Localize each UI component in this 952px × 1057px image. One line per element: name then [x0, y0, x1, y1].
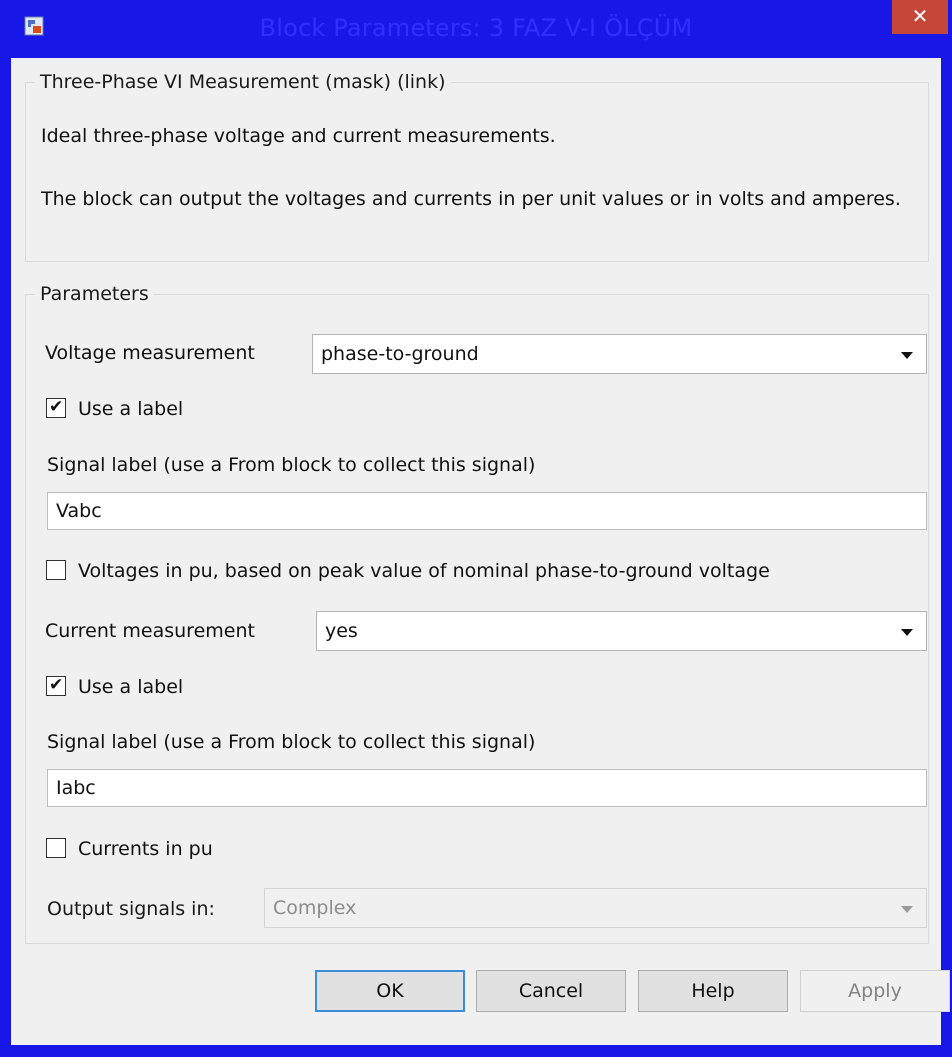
current-use-label-checkbox[interactable]: ✔: [46, 675, 66, 696]
chevron-down-icon: [901, 906, 913, 913]
voltage-signal-label-caption: Signal label (use a From block to collec…: [47, 454, 536, 476]
current-signal-label-field[interactable]: Iabc: [47, 769, 927, 807]
parameters-group-title: Parameters: [35, 283, 154, 305]
cancel-button[interactable]: Cancel: [476, 970, 626, 1012]
current-measurement-label: Current measurement: [45, 620, 255, 642]
output-signals-select: Complex: [264, 888, 927, 928]
description-group: [25, 82, 929, 262]
voltage-measurement-select[interactable]: phase-to-ground: [312, 334, 927, 374]
description-group-title: Three-Phase VI Measurement (mask) (link): [35, 71, 451, 93]
voltage-measurement-value: phase-to-ground: [321, 343, 479, 365]
voltage-signal-label-field[interactable]: Vabc: [47, 492, 927, 530]
title-bar[interactable]: Block Parameters: 3 FAZ V-I ÖLÇÜM ✕: [0, 0, 952, 58]
current-measurement-select[interactable]: yes: [316, 611, 927, 651]
currents-in-pu-checkbox[interactable]: [46, 838, 66, 858]
voltages-in-pu-text[interactable]: Voltages in pu, based on peak value of n…: [78, 560, 770, 582]
checkmark-icon: ✔: [49, 675, 64, 695]
voltage-signal-label-value: Vabc: [56, 500, 102, 522]
close-button[interactable]: ✕: [892, 0, 948, 34]
output-signals-label: Output signals in:: [47, 898, 215, 920]
description-line-1: Ideal three-phase voltage and current me…: [41, 125, 556, 147]
current-signal-label-value: Iabc: [56, 777, 96, 799]
voltage-use-label-text[interactable]: Use a label: [78, 398, 183, 420]
current-measurement-value: yes: [325, 620, 358, 642]
chevron-down-icon: [901, 352, 913, 359]
output-signals-value: Complex: [273, 897, 357, 919]
ok-button[interactable]: OK: [315, 970, 465, 1012]
voltage-measurement-label: Voltage measurement: [45, 342, 255, 364]
apply-button: Apply: [800, 970, 950, 1012]
current-signal-label-caption: Signal label (use a From block to collec…: [47, 731, 536, 753]
voltage-use-label-checkbox[interactable]: ✔: [46, 397, 66, 418]
voltages-in-pu-checkbox[interactable]: [46, 560, 66, 580]
window-title: Block Parameters: 3 FAZ V-I ÖLÇÜM: [259, 14, 693, 42]
chevron-down-icon: [901, 629, 913, 636]
help-button[interactable]: Help: [638, 970, 788, 1012]
block-parameters-dialog: Block Parameters: 3 FAZ V-I ÖLÇÜM ✕ Thre…: [0, 0, 952, 1057]
checkmark-icon: ✔: [49, 397, 64, 417]
current-use-label-text[interactable]: Use a label: [78, 676, 183, 698]
description-line-2: The block can output the voltages and cu…: [41, 188, 901, 210]
dialog-body: Three-Phase VI Measurement (mask) (link)…: [11, 58, 950, 1045]
currents-in-pu-text[interactable]: Currents in pu: [78, 838, 213, 860]
close-icon: ✕: [911, 4, 929, 28]
